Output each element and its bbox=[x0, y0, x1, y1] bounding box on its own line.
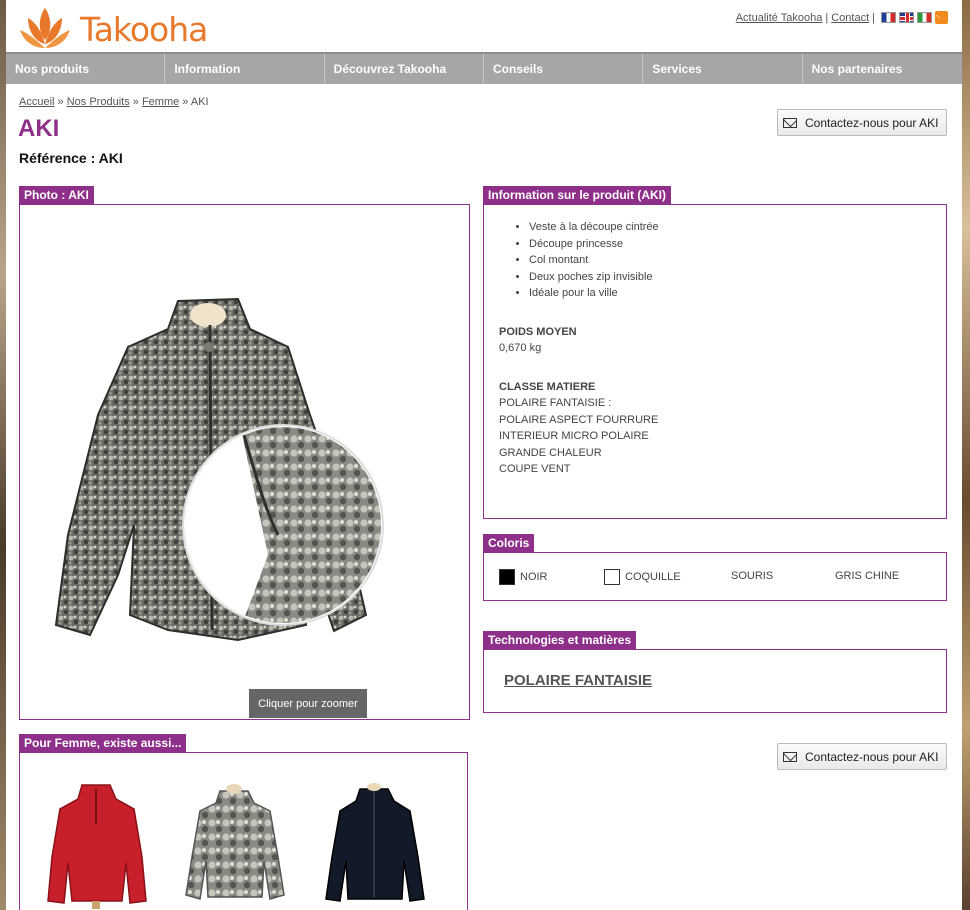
also-panel-label: Pour Femme, existe aussi... bbox=[19, 734, 187, 752]
rss-icon[interactable]: ◝ bbox=[935, 11, 948, 24]
contact-button-bottom[interactable]: Contactez-nous pour AKI bbox=[777, 743, 947, 770]
product-thumbnail-grey[interactable] bbox=[180, 777, 290, 909]
material-line: POLAIRE ASPECT FOURRURE bbox=[499, 413, 659, 426]
nav-item-partners[interactable]: Nos partenaires bbox=[803, 54, 962, 84]
contact-link[interactable]: Contact bbox=[831, 12, 869, 24]
material-line: POLAIRE FANTAISIE : bbox=[499, 397, 612, 409]
nav-item-advice[interactable]: Conseils bbox=[484, 54, 644, 84]
french-flag-icon[interactable] bbox=[881, 12, 896, 23]
logo-text: Takooha bbox=[80, 10, 208, 49]
color-swatch bbox=[499, 569, 515, 585]
color-option-gris-chine[interactable]: GRIS CHINE bbox=[835, 570, 899, 582]
weight-heading: POIDS MOYEN bbox=[499, 325, 577, 338]
photo-panel-label: Photo : AKI bbox=[19, 186, 94, 204]
breadcrumb-products[interactable]: Nos Produits bbox=[67, 96, 130, 108]
zoom-button[interactable]: Cliquer pour zoomer bbox=[249, 689, 367, 718]
page-title: AKI bbox=[18, 115, 60, 142]
tech-link-polaire[interactable]: POLAIRE FANTAISIE bbox=[504, 672, 652, 689]
feature-item: Col montant bbox=[529, 252, 931, 269]
product-photo[interactable] bbox=[38, 295, 398, 655]
photo-panel bbox=[19, 204, 470, 720]
nav-item-services[interactable]: Services bbox=[643, 54, 803, 84]
product-thumbnail-black[interactable] bbox=[320, 777, 430, 909]
mail-icon bbox=[783, 751, 797, 762]
top-links: Actualité Takooha | Contact | ◝ bbox=[736, 11, 948, 24]
material-line: GRANDE CHALEUR bbox=[499, 446, 602, 459]
breadcrumb-separator: » bbox=[132, 96, 139, 108]
feature-item: Deux poches zip invisible bbox=[529, 269, 931, 286]
product-thumbnail-red[interactable] bbox=[42, 777, 152, 909]
link-separator: | bbox=[872, 11, 875, 24]
color-swatch bbox=[604, 569, 620, 585]
mail-icon bbox=[783, 117, 797, 128]
material-section: CLASSE MATIERE POLAIRE FANTAISIE : POLAI… bbox=[499, 379, 931, 478]
breadcrumb-separator: » bbox=[57, 96, 64, 108]
contact-button-top[interactable]: Contactez-nous pour AKI bbox=[777, 109, 947, 136]
lotus-logo-icon bbox=[20, 8, 70, 48]
also-panel bbox=[19, 752, 468, 910]
info-panel-label: Information sur le produit (AKI) bbox=[483, 186, 671, 204]
tech-panel-label: Technologies et matières bbox=[483, 631, 637, 649]
color-name: SOURIS bbox=[731, 570, 774, 582]
colors-panel-label: Coloris bbox=[483, 534, 535, 552]
color-option-noir[interactable]: NOIR bbox=[499, 569, 548, 585]
english-flag-icon[interactable] bbox=[899, 12, 914, 23]
breadcrumb-women[interactable]: Femme bbox=[142, 96, 179, 108]
material-heading: CLASSE MATIERE bbox=[499, 380, 596, 393]
breadcrumb-home[interactable]: Accueil bbox=[19, 96, 54, 108]
italian-flag-icon[interactable] bbox=[917, 12, 932, 23]
product-reference: Référence : AKI bbox=[19, 150, 123, 166]
info-panel: Veste à la découpe cintrée Découpe princ… bbox=[483, 204, 947, 519]
tech-panel: POLAIRE FANTAISIE bbox=[483, 649, 947, 713]
contact-button-label: Contactez-nous pour AKI bbox=[805, 749, 939, 764]
feature-list: Veste à la découpe cintrée Découpe princ… bbox=[529, 219, 931, 302]
material-line: COUPE VENT bbox=[499, 463, 571, 475]
feature-item: Découpe princesse bbox=[529, 236, 931, 253]
link-separator: | bbox=[825, 11, 829, 24]
color-name: GRIS CHINE bbox=[835, 570, 900, 582]
breadcrumb-separator: » bbox=[182, 96, 189, 108]
main-nav: Nos produits Information Découvrez Takoo… bbox=[6, 52, 962, 84]
header: Takooha Actualité Takooha | Contact | ◝ bbox=[6, 0, 962, 52]
logo[interactable]: Takooha bbox=[18, 6, 208, 50]
nav-item-products[interactable]: Nos produits bbox=[6, 54, 166, 84]
weight-value: 0,670 kg bbox=[499, 342, 542, 354]
material-line: INTERIEUR MICRO POLAIRE bbox=[499, 430, 649, 442]
page: Takooha Actualité Takooha | Contact | ◝ … bbox=[6, 0, 962, 910]
feature-item: Veste à la découpe cintrée bbox=[529, 219, 931, 236]
background-right-edge bbox=[962, 0, 970, 910]
color-option-coquille[interactable]: COQUILLE bbox=[604, 569, 681, 585]
breadcrumb-current: AKI bbox=[190, 96, 209, 108]
feature-item: Idéale pour la ville bbox=[529, 285, 931, 302]
color-name: COQUILLE bbox=[625, 571, 681, 583]
breadcrumb: Accueil » Nos Produits » Femme » AKI bbox=[19, 96, 209, 108]
contact-button-label: Contactez-nous pour AKI bbox=[805, 115, 939, 130]
nav-item-discover[interactable]: Découvrez Takooha bbox=[325, 54, 484, 84]
color-option-souris[interactable]: SOURIS bbox=[731, 570, 773, 582]
nav-item-information[interactable]: Information bbox=[165, 54, 325, 84]
colors-panel: NOIR COQUILLE SOURIS GRIS CHINE bbox=[483, 552, 947, 601]
weight-section: POIDS MOYEN 0,670 kg bbox=[499, 324, 931, 357]
color-name: NOIR bbox=[520, 571, 548, 583]
news-link[interactable]: Actualité Takooha bbox=[736, 12, 823, 24]
